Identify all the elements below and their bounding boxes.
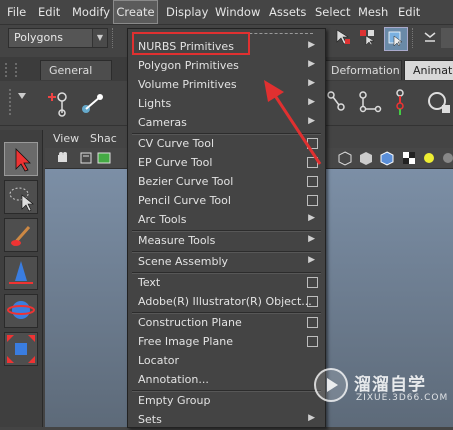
submenu-arrow-icon: ▶ (308, 234, 315, 244)
lighting-icon[interactable] (421, 150, 437, 166)
option-box-icon[interactable] (307, 336, 318, 347)
wireframe-icon[interactable] (337, 150, 353, 166)
chevron-down-icon: ▼ (92, 29, 107, 47)
skeleton-red-icon[interactable] (392, 87, 416, 119)
submenu-arrow-icon: ▶ (308, 255, 315, 265)
menu-mesh[interactable]: Mesh (358, 0, 388, 24)
tab-animation[interactable]: Animatio (404, 60, 453, 80)
menu-item-locator[interactable]: Locator (128, 352, 325, 371)
insert-joint-icon[interactable] (46, 87, 72, 119)
rotate-tool[interactable] (4, 294, 38, 328)
menu-item-arc-tools[interactable]: Arc Tools ▶ (128, 211, 325, 230)
menu-select[interactable]: Select (315, 0, 350, 24)
menu-item-scene-assembly[interactable]: Scene Assembly ▶ (128, 253, 325, 272)
toolbar-divider (412, 28, 421, 48)
mode-select[interactable]: Polygons ▼ (8, 28, 108, 48)
option-box-icon[interactable] (307, 195, 318, 206)
menu-item-construction-plane[interactable]: Construction Plane (128, 314, 325, 333)
toolbar-divider (112, 28, 119, 48)
submenu-arrow-icon: ▶ (308, 413, 315, 423)
option-box-icon[interactable] (307, 317, 318, 328)
camera-icon[interactable] (57, 151, 71, 165)
menu-item-adobe-illustrator-object[interactable]: Adobe(R) Illustrator(R) Object... (128, 293, 325, 312)
menu-modify[interactable]: Modify (72, 0, 110, 24)
mode-select-value: Polygons (14, 31, 63, 44)
panel-menu-view[interactable]: View (53, 132, 79, 145)
menubar: File Edit Modify Create Display Window A… (0, 0, 453, 43)
select-by-component-icon[interactable] (384, 27, 408, 51)
image-plane-icon[interactable] (97, 151, 111, 165)
shelf-options-icon[interactable] (2, 61, 32, 79)
menu-file[interactable]: File (7, 0, 26, 24)
menu-item-sets[interactable]: Sets ▶ (128, 411, 325, 430)
select-by-hierarchy-icon[interactable] (334, 28, 352, 46)
snap-toggle-icon[interactable] (423, 29, 437, 47)
tab-deformation[interactable]: Deformation (322, 60, 402, 80)
watermark-title: 溜溜自学 (354, 375, 426, 395)
submenu-arrow-icon: ▶ (308, 40, 315, 50)
menu-assets[interactable]: Assets (269, 0, 306, 24)
menu-item-text[interactable]: Text (128, 274, 325, 293)
highlight-box (132, 32, 250, 55)
skin-weights-icon[interactable] (425, 87, 453, 119)
menu-edit[interactable]: Edit (38, 0, 60, 24)
menu-item-measure-tools[interactable]: Measure Tools ▶ (128, 232, 325, 251)
select-by-object-icon[interactable] (358, 28, 376, 46)
move-tool[interactable] (4, 256, 38, 290)
option-box-icon[interactable] (307, 176, 318, 187)
menu-edit-mesh[interactable]: Edit Mesh (398, 0, 453, 43)
ik-handle-icon[interactable] (78, 87, 108, 119)
annotation-arrow-icon (264, 80, 322, 165)
menu-display[interactable]: Display (166, 0, 208, 24)
submenu-arrow-icon: ▶ (308, 59, 315, 69)
option-box-icon[interactable] (307, 296, 318, 307)
lasso-tool[interactable] (4, 180, 38, 214)
bookmark-icon[interactable] (79, 151, 93, 165)
smooth-shade-icon[interactable] (358, 150, 374, 166)
scale-tool[interactable] (4, 332, 38, 366)
menu-item-pencil-curve-tool[interactable]: Pencil Curve Tool (128, 192, 325, 211)
submenu-arrow-icon: ▶ (308, 213, 315, 223)
shelf-menu-icon[interactable] (4, 85, 32, 121)
menu-item-annotation[interactable]: Annotation... (128, 371, 325, 390)
menu-window[interactable]: Window (215, 0, 260, 24)
shadows-icon[interactable] (441, 150, 453, 166)
shaded-wire-icon[interactable] (379, 150, 395, 166)
menu-item-bezier-curve-tool[interactable]: Bezier Curve Tool (128, 173, 325, 192)
toolbox (0, 130, 43, 427)
menu-item-empty-group[interactable]: Empty Group (128, 392, 325, 411)
tab-general[interactable]: General (40, 60, 112, 80)
watermark-logo-icon (314, 368, 348, 402)
menu-create[interactable]: Create (113, 0, 158, 24)
panel-menu-shading[interactable]: Shac (90, 132, 117, 145)
select-tool[interactable] (4, 142, 38, 176)
menu-item-free-image-plane[interactable]: Free Image Plane (128, 333, 325, 352)
option-box-icon[interactable] (307, 277, 318, 288)
joint-chain-icon[interactable] (358, 87, 382, 119)
paint-select-tool[interactable] (4, 218, 38, 252)
watermark-url: ZIXUE.3D66.COM (356, 393, 449, 403)
expand-toolbar-icon[interactable] (441, 28, 453, 48)
textured-icon[interactable] (401, 150, 417, 166)
